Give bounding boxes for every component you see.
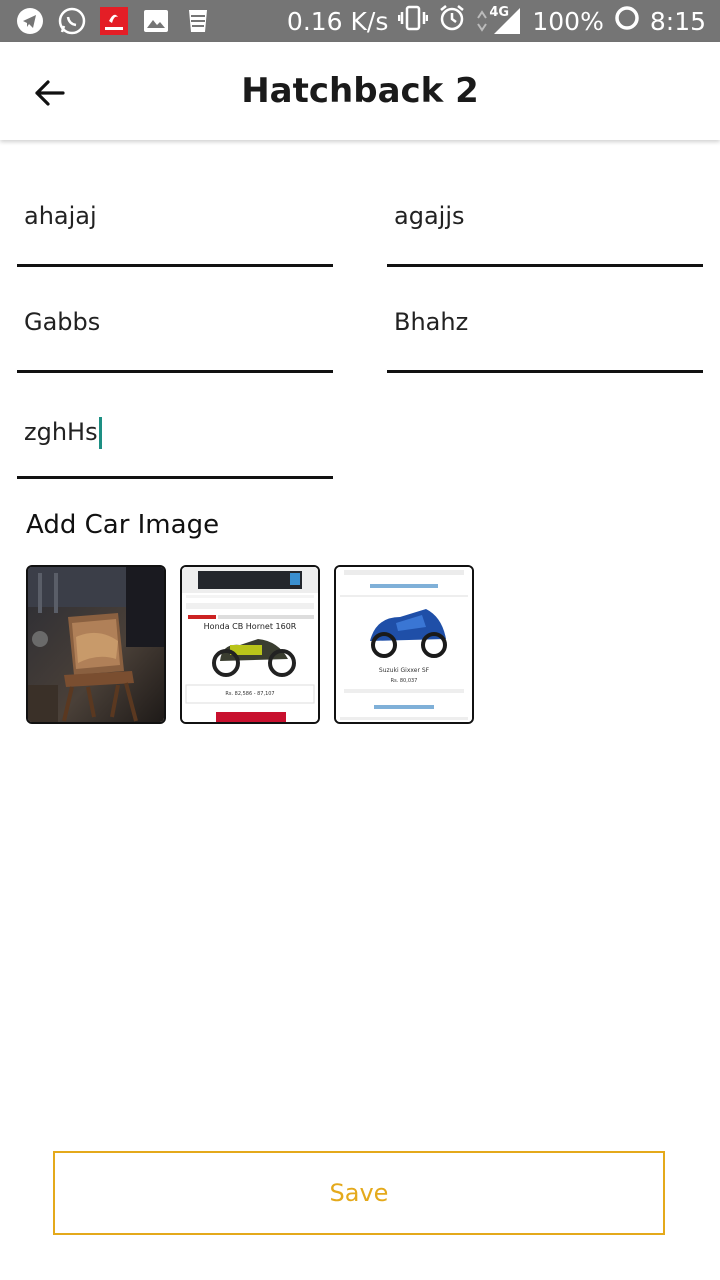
text-field-3-value: Gabbs [24,308,101,336]
notification-icons [16,7,212,35]
text-field-4[interactable]: Bhahz [387,300,703,373]
text-field-2[interactable]: agajjs [387,194,703,267]
status-bar: 0.16 K/s 4G 100% 8:15 [0,0,720,42]
text-field-3[interactable]: Gabbs [17,300,333,373]
system-status: 0.16 K/s 4G 100% 8:15 [287,0,706,42]
alarm-icon [438,4,466,38]
thumb2-price: Rs. 82,586 - 87,107 [225,691,274,697]
signal-icon: 4G [476,5,522,36]
storage-icon [184,7,212,35]
network-speed: 0.16 K/s [286,6,389,36]
gallery-icon [142,7,170,35]
thumb3-price: Rs. 80,037 [391,678,418,684]
whatsapp-icon [58,7,86,35]
save-button[interactable]: Save [53,1151,665,1235]
thumb3-title: Suzuki Gixxer SF [379,667,430,674]
car-image-thumb-2[interactable]: Honda CB Hornet 160R Rs. 82,586 - 87,107 [180,565,320,724]
network-type: 4G [489,5,510,20]
text-field-5-value: zghHs [24,418,98,446]
clock: 8:15 [649,6,706,36]
honda-listing-screenshot: Honda CB Hornet 160R Rs. 82,586 - 87,107 [182,567,318,722]
telegram-icon [16,7,44,35]
car-image-thumb-1[interactable] [26,565,166,724]
text-field-4-value: Bhahz [394,308,469,336]
text-cursor [98,417,102,449]
text-field-5-value-wrap: zghHs [24,410,102,454]
page-title: Hatchback 2 [241,71,479,111]
text-field-1[interactable]: ahajaj [17,194,333,267]
text-field-1-value: ahajaj [24,202,97,230]
battery-percent: 100% [532,6,604,36]
chair-photo [28,567,164,722]
vibrate-icon [398,5,429,37]
car-image-thumb-3[interactable]: Suzuki Gixxer SF Rs. 80,037 [334,565,474,724]
suzuki-listing-screenshot: Suzuki Gixxer SF Rs. 80,037 [336,567,472,722]
thumb2-title: Honda CB Hornet 160R [204,622,297,631]
text-field-2-value: agajjs [394,202,465,230]
back-button[interactable] [26,70,72,116]
battery-ring-icon [614,5,640,37]
text-field-5[interactable]: zghHs [17,406,333,479]
arrow-left-icon [35,80,65,106]
add-car-image-label: Add Car Image [26,510,220,540]
airtel-icon [100,7,128,35]
app-bar: Hatchback 2 [0,42,720,140]
